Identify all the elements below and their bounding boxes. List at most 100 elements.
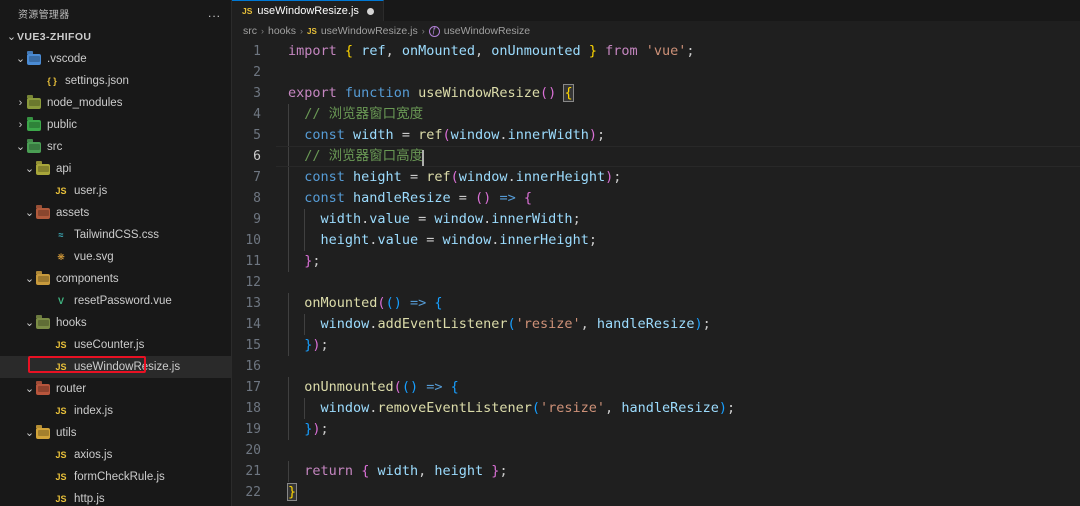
breadcrumb-label: useWindowResize.js [320,25,418,37]
code-token: from [605,43,638,59]
tree-item-http-js[interactable]: JS http.js [0,488,231,506]
line-number: 5 [253,128,261,143]
code-token: window [320,316,370,332]
tree-item-usecounter-js[interactable]: JS useCounter.js [0,334,231,356]
indent-guide [288,377,289,398]
code-line-4[interactable]: 4 // 浏览器窗口宽度 [232,104,1080,125]
code-line-10[interactable]: 10 height.value = window.innerHeight; [232,230,1080,251]
js-file-icon: JS [55,406,67,416]
code-line-16[interactable]: 16 [232,356,1080,377]
tree-item-label: public [47,119,78,131]
tree-item-resetpassword-vue[interactable]: VresetPassword.vue [0,290,231,312]
tree-item-axios-js[interactable]: JS axios.js [0,444,231,466]
tree-item-usewindowresize-js[interactable]: JS useWindowResize.js [0,356,231,378]
code-line-9[interactable]: 9 width.value = window.innerWidth; [232,209,1080,230]
tree-item-label: useWindowResize.js [74,361,181,373]
code-line-5[interactable]: 5 const width = ref(window.innerWidth); [232,125,1080,146]
explorer-sidebar: 资源管理器 ... ⌄ VUE3-ZHIFOU ⌄ .vscode{ } setting… [0,0,232,506]
tree-item-src[interactable]: ⌄ src [0,136,231,158]
tree-item-formcheckrule-js[interactable]: JS formCheckRule.js [0,466,231,488]
breadcrumb-item-src[interactable]: src [243,25,257,37]
breadcrumb-separator-icon: › [421,26,425,36]
unsaved-changes-dot-icon[interactable] [366,7,374,15]
code-token: => [426,379,443,395]
code-line-1[interactable]: 1 import { ref, onMounted, onUnmounted } … [232,41,1080,62]
code-line-text: // 浏览器窗口高度 [276,146,1080,167]
indent-guide [304,209,306,230]
tree-item-router[interactable]: ⌄ router [0,378,231,400]
code-line-22[interactable]: 22} [232,482,1080,503]
indent-guide [288,293,289,314]
breadcrumb-item-hooks[interactable]: hooks [268,25,296,37]
code-token: return [304,463,354,479]
tree-item-settings-json[interactable]: { } settings.json [0,70,231,92]
code-token: import [288,43,337,59]
tree-item-node-modules[interactable]: › node_modules [0,92,231,114]
code-line-20[interactable]: 20 [232,440,1080,461]
code-token: ( [442,127,451,143]
file-tree[interactable]: ⌄ VUE3-ZHIFOU ⌄ .vscode{ } settings.json › nod… [0,26,231,506]
code-token: width [353,127,394,143]
tree-item-tailwindcss-css[interactable]: ≈ TailwindCSS.css [0,224,231,246]
code-token: ; [596,127,606,143]
breadcrumb-item-usewindowresize[interactable]: ƒ useWindowResize [428,25,530,37]
code-line-7[interactable]: 7 const height = ref(window.innerHeight)… [232,167,1080,188]
code-line-19[interactable]: 19 }); [232,419,1080,440]
code-line-13[interactable]: 13 onMounted(() => { [232,293,1080,314]
tree-root-vue3-zhifou[interactable]: ⌄ VUE3-ZHIFOU [0,26,231,48]
code-line-18[interactable]: 18 window.removeEventListener('resize', … [232,398,1080,419]
tree-item-vue-svg[interactable]: ❋ vue.svg [0,246,231,268]
tree-item--vscode[interactable]: ⌄ .vscode [0,48,231,70]
breadcrumb-item-usewindowresize-js[interactable]: JS useWindowResize.js [307,25,418,37]
breadcrumb[interactable]: src › hooks › JS useWindowResize.js › ƒ useWindo… [232,21,1080,41]
code-line-3[interactable]: 3 export function useWindowResize() { [232,83,1080,104]
line-number: 19 [245,422,261,437]
code-token: height [320,232,370,248]
code-line-14[interactable]: 14 window.addEventListener('resize', han… [232,314,1080,335]
code-token: innerWidth [491,211,573,227]
code-token: ( [450,169,459,185]
tree-item-public[interactable]: › public [0,114,231,136]
code-token: ( [377,295,386,311]
tree-item-hooks[interactable]: ⌄ hooks [0,312,231,334]
code-line-21[interactable]: 21 return { width, height }; [232,461,1080,482]
code-line-text: onMounted(() => { [276,293,1080,314]
css-file-icon: ≈ [58,230,64,240]
code-token: window [442,232,492,248]
code-line-8[interactable]: 8 const handleResize = () => { [232,188,1080,209]
tree-item-components[interactable]: ⌄ components [0,268,231,290]
code-line-text: onUnmounted(() => { [276,377,1080,398]
tree-item-index-js[interactable]: JS index.js [0,400,231,422]
chevron-down-icon: ⌄ [24,317,35,329]
folder-icon [35,315,51,329]
indent-guide [304,314,306,335]
js-file-icon: JS [55,450,67,460]
tree-item-api[interactable]: ⌄ api [0,158,231,180]
code-line-12[interactable]: 12 [232,272,1080,293]
tree-item-label: hooks [56,317,87,329]
indent-guide [288,104,289,125]
tab-useWindowResize-js[interactable]: JS useWindowResize.js [232,0,384,21]
tree-item-utils[interactable]: ⌄ utils [0,422,231,444]
json-file-icon: { } [47,76,57,86]
tree-item-user-js[interactable]: JS user.js [0,180,231,202]
code-token: ref [426,169,451,185]
line-number: 6 [253,149,261,164]
code-line-15[interactable]: 15 }); [232,335,1080,356]
code-token: 'vue' [645,43,687,59]
code-line-6[interactable]: 6 // 浏览器窗口高度 [232,146,1080,167]
line-number: 16 [245,359,261,374]
code-token: ; [686,43,695,59]
code-editor[interactable]: 1 import { ref, onMounted, onUnmounted } … [232,41,1080,506]
code-line-2[interactable]: 2 [232,62,1080,83]
tree-item-assets[interactable]: ⌄ assets [0,202,231,224]
code-line-17[interactable]: 17 onUnmounted(() => { [232,377,1080,398]
js-file-icon: JS [55,472,67,482]
code-line-11[interactable]: 11 }; [232,251,1080,272]
explorer-more-actions-icon[interactable]: ... [204,7,225,19]
